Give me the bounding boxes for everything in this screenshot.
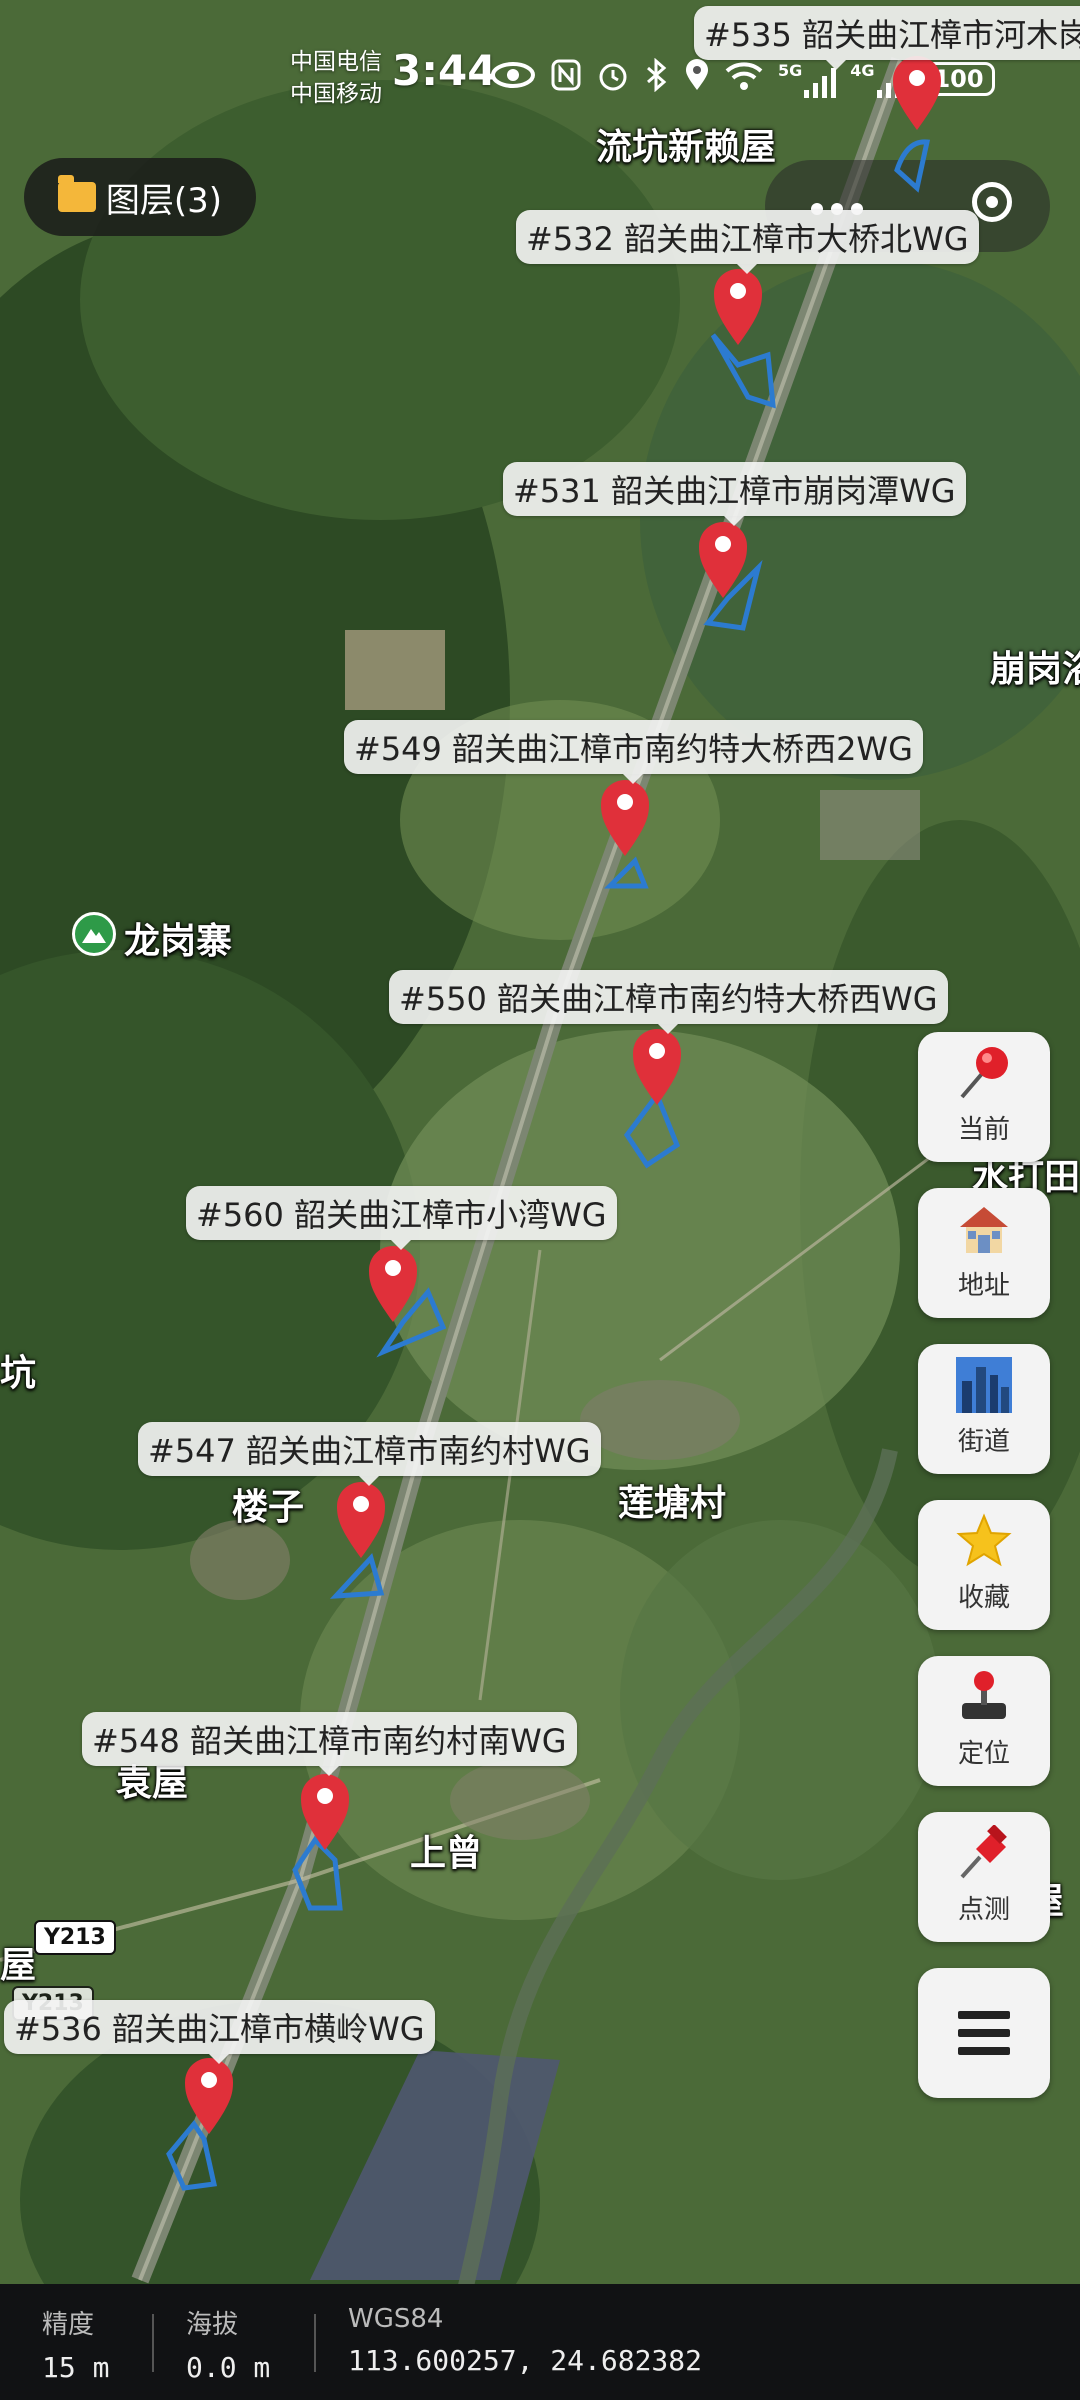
- accuracy-label: 精度: [42, 2310, 95, 2340]
- coordinate-label: WGS84: [348, 2304, 444, 2334]
- street-button[interactable]: 街道: [918, 1344, 1050, 1474]
- accuracy-value: 15 m: [42, 2351, 110, 2384]
- tower-marker-550[interactable]: [623, 1029, 681, 1169]
- address-button-label: 地址: [957, 1271, 1010, 1301]
- accuracy-info: 精度 15 m: [42, 2304, 109, 2384]
- bottom-info-bar: 精度 15 m 海拔 0.0 m WGS84 113.600257, 24.68…: [0, 2284, 1080, 2400]
- tower-label[interactable]: #535 韶关曲江樟市河木岗: [694, 6, 1080, 70]
- red-pin-icon: [956, 1045, 1012, 1101]
- pushpin-icon: [956, 1825, 1012, 1881]
- locate-button[interactable]: 定位: [918, 1656, 1050, 1786]
- address-button[interactable]: 地址: [918, 1188, 1050, 1318]
- house-icon: [956, 1201, 1012, 1257]
- divider: [314, 2314, 316, 2372]
- altitude-value: 0.0 m: [186, 2351, 271, 2384]
- tower-marker-547[interactable]: [329, 1482, 385, 1599]
- tower-label[interactable]: #532 韶关曲江樟市大桥北WG: [516, 210, 979, 274]
- menu-icon: [958, 2029, 1010, 2037]
- tower-marker-531[interactable]: [699, 522, 763, 631]
- point-test-button-label: 点测: [957, 1895, 1010, 1925]
- point-test-button[interactable]: 点测: [918, 1812, 1050, 1942]
- altitude-label: 海拔: [186, 2310, 239, 2340]
- street-button-label: 街道: [957, 1427, 1010, 1457]
- current-button-label: 当前: [957, 1115, 1010, 1145]
- tower-marker-549[interactable]: [601, 780, 649, 889]
- current-button[interactable]: 当前: [918, 1032, 1050, 1162]
- tower-label[interactable]: #549 韶关曲江樟市南约特大桥西2WG: [344, 720, 923, 784]
- altitude-info: 海拔 0.0 m: [186, 2304, 270, 2384]
- menu-button[interactable]: [918, 1968, 1050, 2098]
- tower-label[interactable]: #550 韶关曲江樟市南约特大桥西WG: [389, 970, 948, 1034]
- favorite-button[interactable]: 收藏: [918, 1500, 1050, 1630]
- tower-marker-536[interactable]: [166, 2058, 233, 2191]
- divider: [152, 2314, 154, 2372]
- tower-label[interactable]: #531 韶关曲江樟市崩岗潭WG: [503, 462, 966, 526]
- star-icon: [956, 1513, 1012, 1569]
- tower-marker-560[interactable]: [369, 1246, 447, 1358]
- tower-marker-532[interactable]: [710, 269, 776, 409]
- tower-label[interactable]: #560 韶关曲江樟市小湾WG: [186, 1186, 617, 1250]
- coordinate-info: WGS84 113.600257, 24.682382: [348, 2304, 702, 2377]
- tower-label[interactable]: #548 韶关曲江樟市南约村南WG: [82, 1712, 577, 1776]
- tower-marker-548[interactable]: [292, 1774, 349, 1911]
- tower-label[interactable]: #536 韶关曲江樟市横岭WG: [4, 2000, 435, 2064]
- city-icon: [956, 1357, 1012, 1413]
- tower-marker-535[interactable]: [893, 56, 941, 193]
- tower-label[interactable]: #547 韶关曲江樟市南约村WG: [138, 1422, 601, 1486]
- favorite-button-label: 收藏: [957, 1583, 1010, 1613]
- joystick-icon: [956, 1669, 1012, 1725]
- coordinate-value: 113.600257, 24.682382: [348, 2344, 703, 2377]
- locate-button-label: 定位: [957, 1739, 1010, 1769]
